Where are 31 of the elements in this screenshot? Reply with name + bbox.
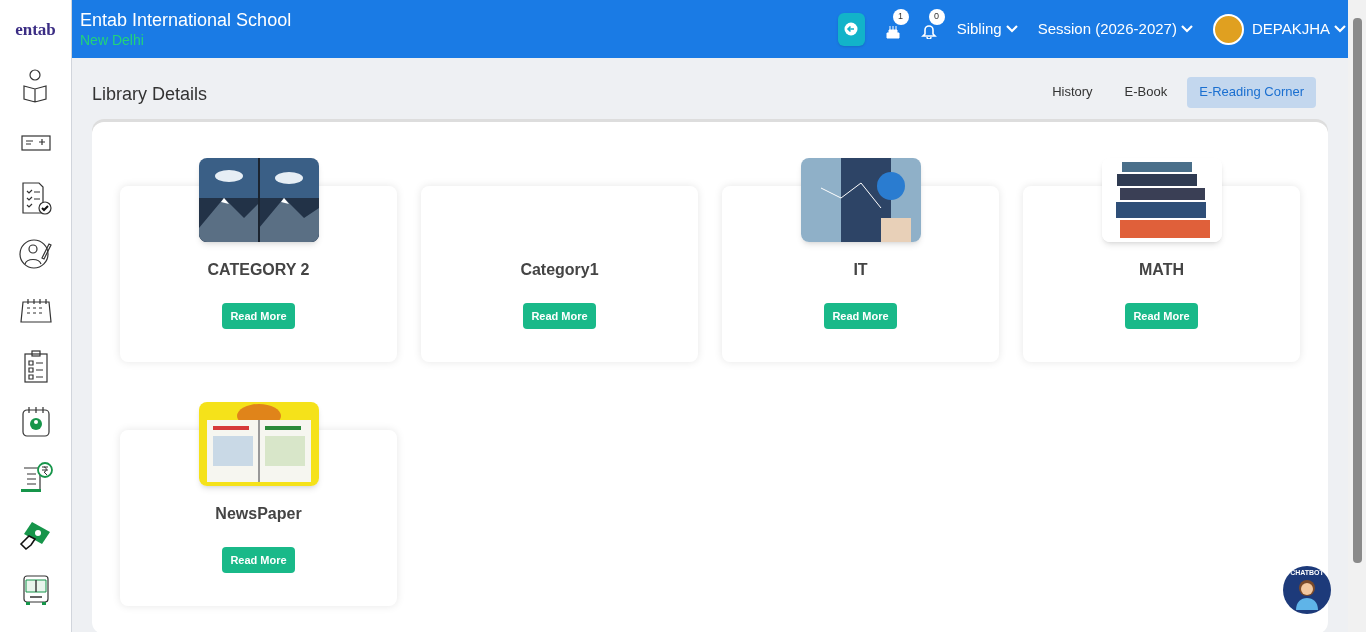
logo-text[interactable]: entab xyxy=(15,20,56,38)
dropdown-menu[interactable]: Sibling xyxy=(956,17,1018,41)
school-name: Entab International School xyxy=(80,9,292,32)
read-more-button[interactable]: Read More xyxy=(222,547,295,573)
read-more-button[interactable]: Read More xyxy=(222,303,295,329)
bell-icon[interactable] xyxy=(920,23,937,39)
tab[interactable]: E-Reading Corner xyxy=(1187,76,1316,108)
user-avatar[interactable] xyxy=(1212,13,1244,45)
back-button[interactable] xyxy=(837,12,865,46)
cake-icon[interactable] xyxy=(884,23,901,39)
assistant-figure-icon xyxy=(1294,578,1320,610)
count-badge: 1 xyxy=(892,9,909,25)
user-name[interactable]: DEPAKJHA xyxy=(1251,17,1330,41)
city-name: New Delhi xyxy=(80,31,145,49)
chevron-down-icon xyxy=(1334,25,1346,33)
chevron-down-icon xyxy=(1005,25,1018,33)
chevron-down-icon xyxy=(1180,25,1193,33)
category-name: Category1 xyxy=(520,260,599,278)
tab[interactable]: E-Book xyxy=(1112,76,1180,108)
tab[interactable]: History xyxy=(1040,76,1105,108)
category-name: IT xyxy=(853,260,868,278)
category-name: MATH xyxy=(1139,260,1184,278)
category-name: CATEGORY 2 xyxy=(207,260,310,278)
read-more-button[interactable]: Read More xyxy=(1125,303,1198,329)
read-more-button[interactable]: Read More xyxy=(523,303,596,329)
category-name: NewsPaper xyxy=(215,504,302,522)
read-more-button[interactable]: Read More xyxy=(824,303,897,329)
count-badge: 0 xyxy=(928,9,945,25)
page-title: Library Details xyxy=(92,82,208,106)
profile-edit-icon xyxy=(17,236,54,272)
dropdown-menu[interactable]: Session (2026-2027) xyxy=(1037,17,1193,41)
